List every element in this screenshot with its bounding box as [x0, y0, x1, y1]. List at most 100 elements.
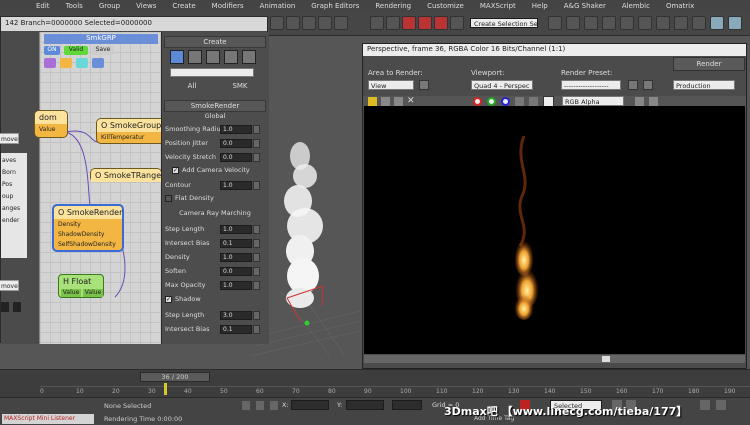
zoom-icon[interactable] — [700, 400, 710, 410]
clear-icon[interactable]: ✕ — [407, 97, 416, 106]
selection-set-dropdown[interactable]: Create Selection Se — [470, 18, 538, 28]
render-production-icon[interactable] — [728, 16, 742, 30]
angle-snap-icon[interactable] — [370, 16, 384, 30]
select-icon[interactable] — [270, 16, 284, 30]
node-port[interactable]: Value — [83, 289, 103, 297]
z-coordinate-field[interactable] — [392, 400, 422, 410]
geometry-icon[interactable] — [170, 50, 184, 64]
menu-item[interactable]: Create — [164, 2, 203, 10]
menu-item[interactable]: Group — [91, 2, 128, 10]
param-value[interactable]: 1.0 — [220, 124, 252, 134]
menu-item[interactable]: Customize — [419, 2, 472, 10]
clone-icon[interactable] — [394, 97, 403, 106]
checkbox-box[interactable] — [165, 194, 172, 202]
spinner-icon[interactable] — [253, 138, 260, 148]
systems-icon[interactable] — [242, 50, 256, 64]
rotate-icon[interactable] — [302, 16, 316, 30]
tab-smk[interactable]: SMK — [218, 82, 262, 92]
menu-item[interactable]: Animation — [252, 2, 304, 10]
spinner-icon[interactable] — [253, 280, 260, 290]
param-value[interactable]: 0.0 — [220, 152, 252, 162]
shadow-checkbox[interactable]: ✓ Shadow — [165, 295, 201, 303]
save-image-icon[interactable] — [368, 97, 377, 106]
menu-item[interactable]: Rendering — [367, 2, 419, 10]
helpers-icon[interactable] — [224, 50, 238, 64]
y-coordinate-field[interactable] — [346, 400, 384, 410]
check-icon[interactable]: ✓ — [172, 166, 179, 174]
viewport-dropdown[interactable]: Quad 4 - Perspec — [471, 80, 533, 90]
node-smokegroup[interactable]: O SmokeGroup KillTemperatur — [96, 118, 166, 144]
check-icon[interactable]: ✓ — [165, 295, 172, 303]
node-graph-canvas[interactable]: SmkGRP ON Valid Save dom Value O SmokeGr… — [34, 32, 166, 344]
production-dropdown[interactable]: Production — [673, 80, 735, 90]
render-button[interactable]: Render — [673, 57, 745, 71]
absolute-mode-icon[interactable] — [270, 401, 278, 410]
maxscript-listener[interactable]: MAXScript Mini Listener — [2, 414, 94, 424]
tab-all[interactable]: All — [170, 82, 214, 92]
list-item[interactable]: Born — [2, 167, 26, 179]
param-value[interactable]: 0.1 — [220, 324, 252, 334]
param-row[interactable]: Velocity Stretch 0.0 — [165, 152, 263, 162]
param-row[interactable]: Intersect Bias 0.1 — [165, 324, 263, 334]
param-value[interactable]: 1.0 — [220, 180, 252, 190]
horizontal-scrollbar[interactable] — [364, 355, 745, 363]
preset-dropdown[interactable]: ------------------- — [561, 80, 621, 90]
spinner-icon[interactable] — [253, 266, 260, 276]
spinner-icon[interactable] — [253, 224, 260, 234]
node-random[interactable]: dom Value — [34, 110, 68, 138]
brush-icon[interactable] — [674, 16, 688, 30]
param-row[interactable]: Position Jitter 0.0 — [165, 138, 263, 148]
list-item[interactable]: oup — [2, 191, 26, 203]
param-row[interactable]: Intersect Bias 0.1 — [165, 238, 263, 248]
menu-item[interactable]: Graph Editors — [303, 2, 367, 10]
blue-channel-icon[interactable] — [501, 97, 510, 106]
menu-item[interactable]: Tools — [58, 2, 91, 10]
menu-item[interactable]: Omatrix — [658, 2, 702, 10]
pan-icon[interactable] — [716, 400, 726, 410]
spinner-icon[interactable] — [253, 238, 260, 248]
teapot-icon[interactable] — [620, 16, 634, 30]
isolate-icon[interactable] — [256, 401, 264, 410]
param-row[interactable]: Max Opacity 1.0 — [165, 280, 263, 290]
curve-editor-icon[interactable] — [450, 16, 464, 30]
lock-icon[interactable] — [242, 401, 250, 410]
frame-toggle-icon[interactable] — [649, 97, 658, 106]
spinner-icon[interactable] — [253, 324, 260, 334]
render-icon[interactable] — [710, 16, 724, 30]
shapes-icon[interactable] — [188, 50, 202, 64]
x-coordinate-field[interactable] — [291, 400, 329, 410]
node-smoketrange[interactable]: O SmokeTRange — [90, 168, 162, 182]
render-setup-icon[interactable] — [628, 80, 638, 90]
alpha-channel-icon[interactable] — [515, 97, 524, 106]
mirror-icon[interactable] — [402, 16, 416, 30]
nav-right-icon[interactable] — [13, 302, 21, 312]
gear-icon[interactable] — [206, 50, 220, 64]
node-smokerender[interactable]: O SmokeRender Density ShadowDensity Self… — [52, 204, 124, 252]
mono-icon[interactable] — [529, 97, 538, 106]
explorer-icon[interactable] — [638, 16, 652, 30]
spinner-icon[interactable] — [253, 180, 260, 190]
param-row[interactable]: Smoothing Radius 1.0 — [165, 124, 263, 134]
smoke-node-editor-window[interactable]: 142 Branch=0000000 Selected=0000000 move… — [0, 16, 269, 344]
param-value[interactable]: 0.0 — [220, 266, 252, 276]
category-dropdown[interactable] — [170, 68, 254, 77]
param-row[interactable]: Contour 1.0 — [165, 180, 263, 190]
param-row[interactable]: Step Length 3.0 — [165, 310, 263, 320]
render-setup-icon[interactable] — [584, 16, 598, 30]
spinner-icon[interactable] — [253, 252, 260, 262]
environment-icon[interactable] — [643, 80, 653, 90]
list-item[interactable]: aves — [2, 155, 26, 167]
param-value[interactable]: 3.0 — [220, 310, 252, 320]
timeline[interactable]: 36 / 200 0 10 20 30 40 50 60 70 80 90 100 110 120 130… — [0, 369, 750, 397]
layer-icon[interactable] — [434, 16, 448, 30]
time-ruler[interactable]: 0 10 20 30 40 50 60 70 80 90 100 110 120 130 140 150 160… — [40, 383, 750, 396]
list-item[interactable]: anges — [2, 203, 26, 215]
list-item[interactable]: ender — [2, 215, 26, 227]
param-value[interactable]: 1.0 — [220, 224, 252, 234]
spinner-icon[interactable] — [253, 310, 260, 320]
param-value[interactable]: 1.0 — [220, 252, 252, 262]
material-editor-icon[interactable] — [566, 16, 580, 30]
scrollbar-thumb[interactable] — [602, 356, 610, 362]
menu-item[interactable]: Modifiers — [204, 2, 252, 10]
percent-snap-icon[interactable] — [386, 16, 400, 30]
